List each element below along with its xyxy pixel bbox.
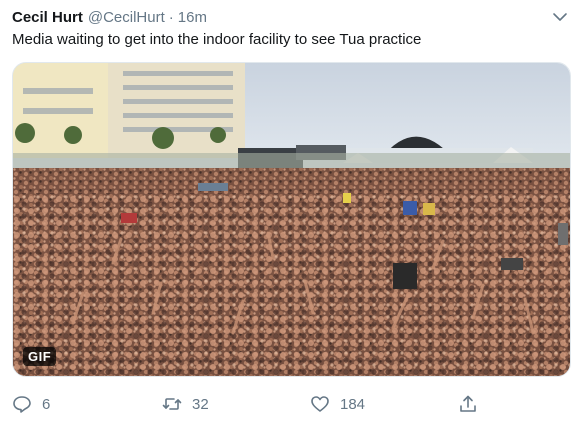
heart-icon [311, 396, 329, 412]
display-name[interactable]: Cecil Hurt [12, 9, 83, 26]
chevron-down-icon[interactable] [551, 8, 569, 26]
tweet-header: Cecil Hurt @CecilHurt · 16m [12, 6, 571, 28]
reply-button[interactable]: 6 [12, 393, 50, 415]
user-handle[interactable]: @CecilHurt [88, 9, 165, 26]
tweet-text: Media waiting to get into the indoor fac… [12, 31, 422, 48]
retweet-icon [162, 398, 182, 410]
like-count: 184 [340, 395, 366, 413]
retweet-count: 32 [192, 395, 209, 413]
tweet-media-gif[interactable]: GIF [12, 62, 571, 377]
reply-icon [13, 396, 31, 413]
share-icon [460, 395, 476, 412]
reply-count: 6 [42, 395, 51, 413]
retweet-button[interactable]: 32 [162, 393, 209, 415]
tweet[interactable]: Cecil Hurt @CecilHurt · 16m Media waitin… [0, 0, 583, 422]
like-button[interactable]: 184 [310, 393, 365, 415]
timestamp[interactable]: 16m [178, 9, 207, 26]
share-button[interactable] [458, 393, 488, 415]
separator-dot: · [168, 8, 174, 26]
gif-badge: GIF [23, 347, 57, 366]
crowd-image [13, 63, 570, 376]
tweet-actions: 6 32 184 [12, 393, 571, 415]
